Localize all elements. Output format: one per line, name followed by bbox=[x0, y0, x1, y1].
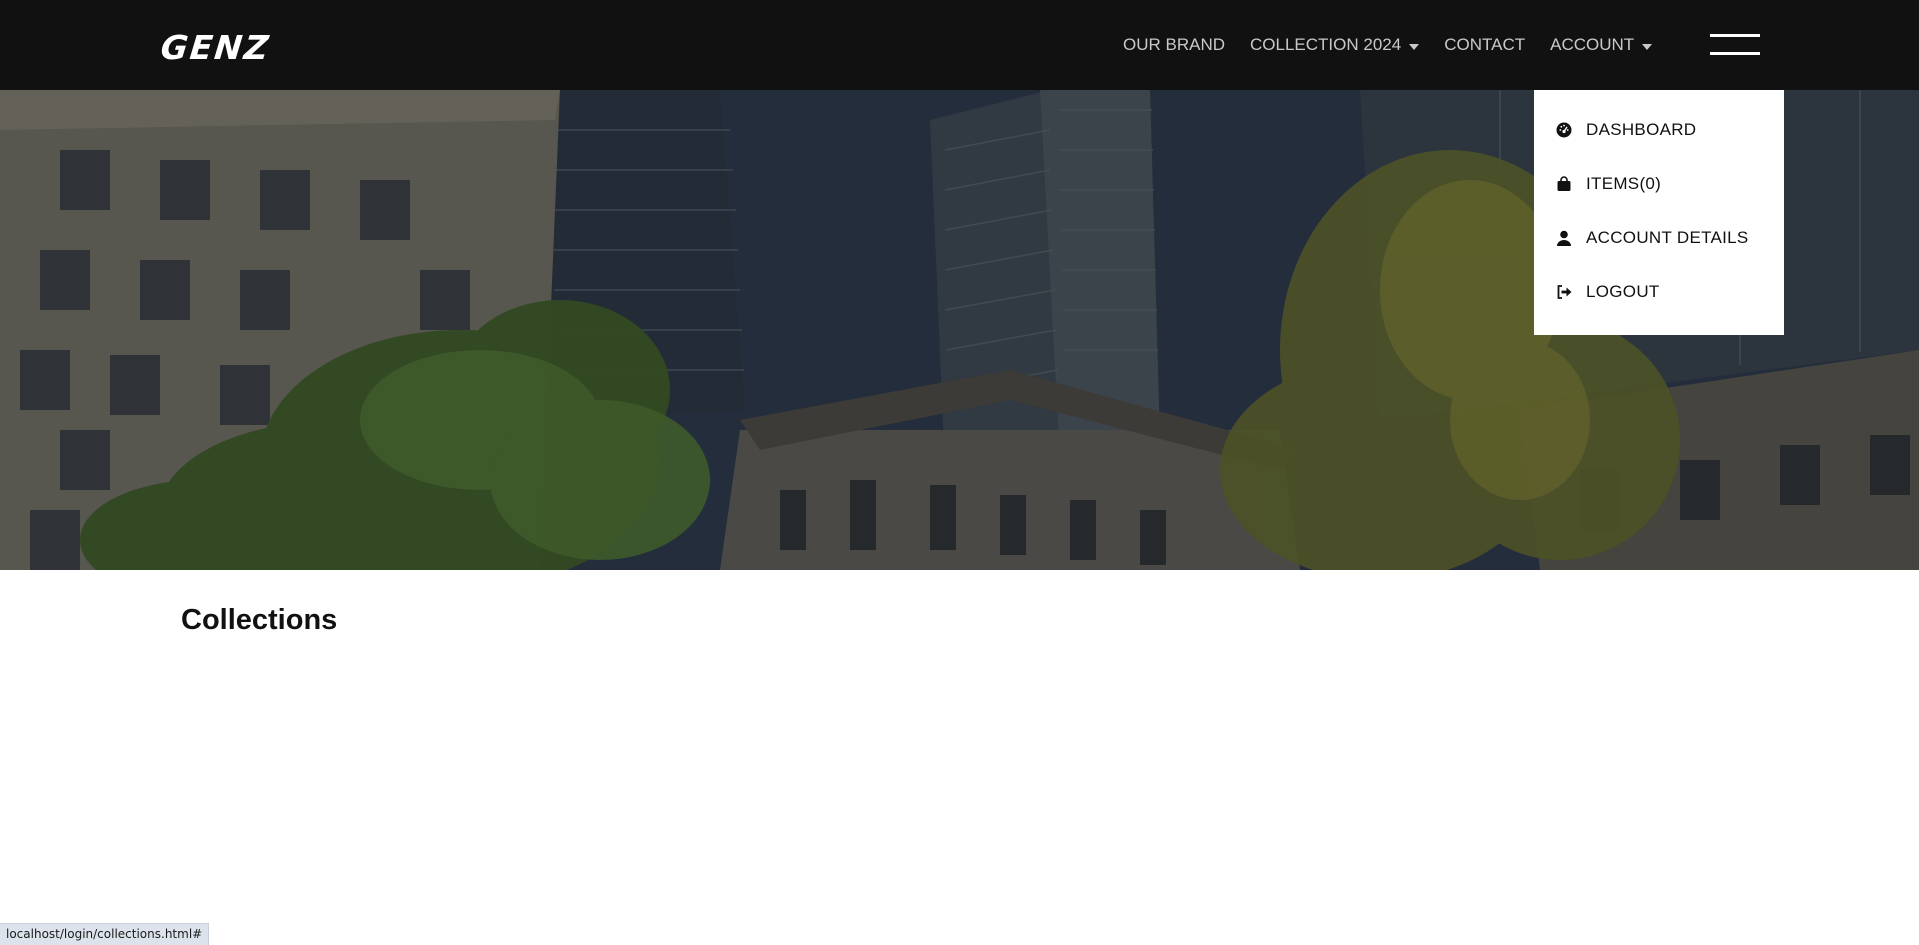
nav-account-label: ACCOUNT bbox=[1550, 35, 1635, 54]
nav-account[interactable]: ACCOUNT bbox=[1550, 35, 1653, 55]
menu-item-items-label: ITEMS(0) bbox=[1586, 174, 1662, 193]
user-icon bbox=[1556, 230, 1572, 246]
account-dropdown-menu: DASHBOARD ITEMS(0) ACCOUNT DETAILS LOGOU… bbox=[1534, 90, 1784, 335]
main-nav: OUR BRAND COLLECTION 2024 CONTACT ACCOUN… bbox=[1123, 0, 1677, 90]
menu-item-logout-label: LOGOUT bbox=[1586, 282, 1660, 301]
menu-item-account-details-label: ACCOUNT DETAILS bbox=[1586, 228, 1749, 247]
menu-item-items[interactable]: ITEMS(0) bbox=[1556, 174, 1661, 194]
browser-status-url: localhost/login/collections.html# bbox=[0, 923, 210, 945]
nav-collection-2024-label: COLLECTION 2024 bbox=[1250, 35, 1402, 54]
nav-contact-label: CONTACT bbox=[1444, 35, 1526, 54]
menu-item-dashboard[interactable]: DASHBOARD bbox=[1556, 120, 1696, 140]
chevron-down-icon bbox=[1409, 43, 1420, 50]
top-navbar: GENZ OUR BRAND COLLECTION 2024 CONTACT A… bbox=[0, 0, 1919, 90]
menu-item-account-details[interactable]: ACCOUNT DETAILS bbox=[1556, 228, 1749, 248]
brand-logo[interactable]: GENZ bbox=[159, 28, 272, 67]
nav-our-brand-label: OUR BRAND bbox=[1123, 35, 1226, 54]
dashboard-icon bbox=[1556, 122, 1572, 138]
page-title: Collections bbox=[181, 604, 338, 636]
hamburger-menu-icon[interactable] bbox=[1710, 34, 1760, 56]
chevron-down-icon bbox=[1642, 43, 1653, 50]
menu-item-logout[interactable]: LOGOUT bbox=[1556, 282, 1660, 302]
bag-icon bbox=[1556, 176, 1572, 192]
nav-collection-2024[interactable]: COLLECTION 2024 bbox=[1250, 35, 1420, 55]
menu-item-dashboard-label: DASHBOARD bbox=[1586, 120, 1697, 139]
nav-contact[interactable]: CONTACT bbox=[1444, 35, 1525, 55]
nav-our-brand[interactable]: OUR BRAND bbox=[1123, 35, 1225, 55]
logout-icon bbox=[1556, 284, 1572, 300]
